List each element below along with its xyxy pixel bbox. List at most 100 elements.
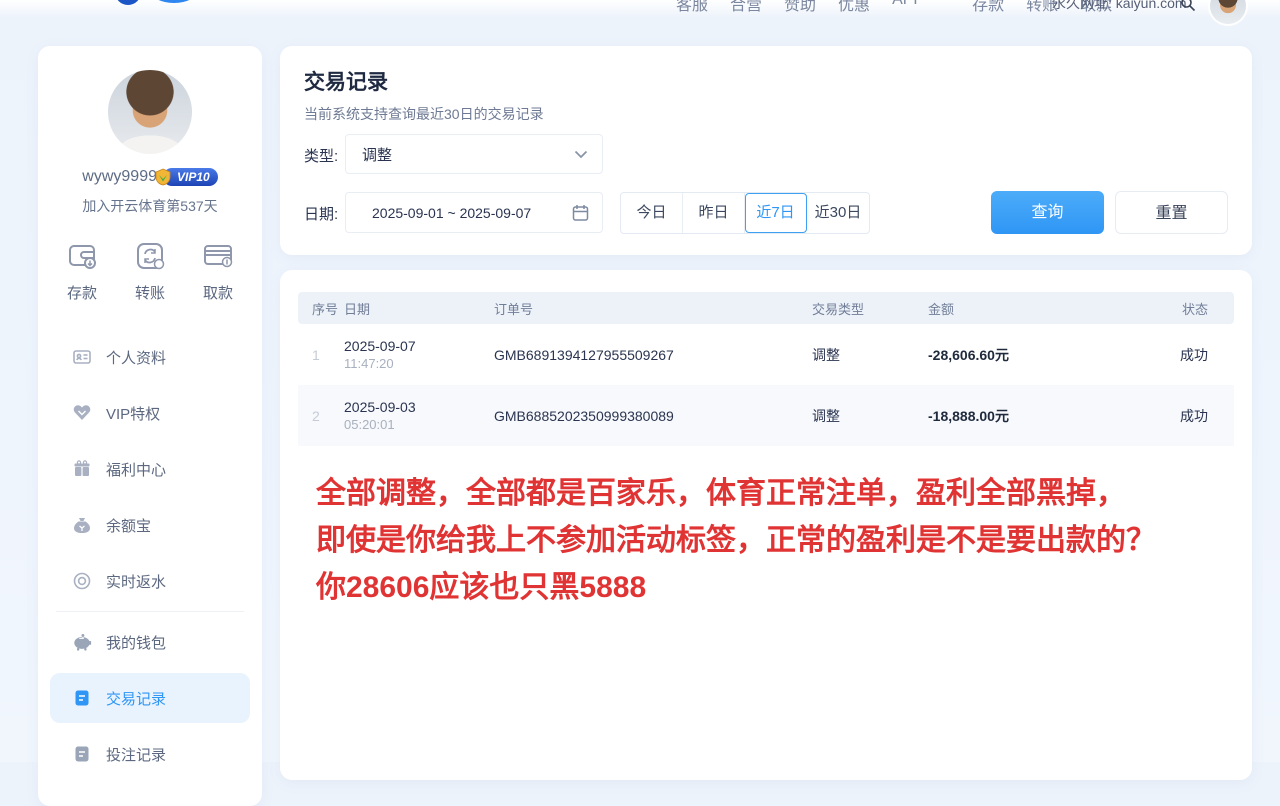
col-header-status: 状态 xyxy=(1128,299,1234,318)
vip-privilege-icon xyxy=(72,403,92,423)
piggy-bank-icon xyxy=(72,632,92,652)
sidebar-item-label: 投注记录 xyxy=(106,744,166,765)
sidebar-item-vip[interactable]: VIP特权 xyxy=(38,385,262,441)
query-button[interactable]: 查询 xyxy=(991,191,1104,234)
table-header-row: 序号 日期 订单号 交易类型 金额 状态 xyxy=(298,292,1234,324)
sidebar-item-label: VIP特权 xyxy=(106,403,160,424)
page-title: 交易记录 xyxy=(304,66,388,96)
sidebar-menu: 个人资料 VIP特权 福利中心 xyxy=(38,329,262,782)
withdraw-icon xyxy=(200,238,236,274)
reset-button[interactable]: 重置 xyxy=(1115,191,1228,234)
cell-status: 成功 xyxy=(1128,406,1234,426)
site-logo[interactable] xyxy=(112,0,212,8)
cell-type: 调整 xyxy=(812,406,928,426)
quick-action-withdraw[interactable]: 取款 xyxy=(200,238,236,303)
vip-badge-label: VIP10 xyxy=(177,170,210,184)
col-header-order: 订单号 xyxy=(494,299,812,318)
user-avatar[interactable] xyxy=(108,70,192,154)
col-header-type: 交易类型 xyxy=(812,299,928,318)
type-select[interactable]: 调整 xyxy=(345,134,603,174)
cell-time: 05:20:01 xyxy=(344,416,494,433)
sidebar-item-label: 我的钱包 xyxy=(106,632,166,653)
sidebar-item-profile[interactable]: 个人资料 xyxy=(38,329,262,385)
annotation-line: 全部调整，全部都是百家乐，体育正常注单，盈利全部黑掉， xyxy=(316,470,1156,517)
type-select-value: 调整 xyxy=(362,144,392,165)
range-yesterday-button[interactable]: 昨日 xyxy=(683,193,745,233)
sidebar-item-label: 福利中心 xyxy=(106,459,166,480)
user-avatar-small[interactable] xyxy=(1210,0,1246,24)
transactions-table: 序号 日期 订单号 交易类型 金额 状态 1 2025-09-07 11:47:… xyxy=(298,292,1234,446)
sidebar-item-label: 余额宝 xyxy=(106,515,151,536)
sidebar-item-yuebao[interactable]: 余额宝 xyxy=(38,497,262,553)
date-range-value: 2025-09-01 ~ 2025-09-07 xyxy=(372,205,531,221)
nav-deposit[interactable]: 存款 xyxy=(972,0,1004,15)
cell-amount: -18,888.00元 xyxy=(928,406,1128,426)
cell-index: 1 xyxy=(298,347,344,363)
red-annotation-text: 全部调整，全部都是百家乐，体育正常注单，盈利全部黑掉， 即使是你给我上不参加活动… xyxy=(316,470,1156,611)
table-row[interactable]: 2 2025-09-03 05:20:01 GMB688520235099938… xyxy=(298,385,1234,446)
cell-time: 11:47:20 xyxy=(344,355,494,372)
cell-index: 2 xyxy=(298,408,344,424)
chevron-down-icon xyxy=(574,150,588,159)
date-label: 日期: xyxy=(304,203,338,224)
range-last30days-button[interactable]: 近30日 xyxy=(807,193,869,233)
money-bag-icon xyxy=(72,515,92,535)
col-header-date: 日期 xyxy=(344,299,494,318)
permanent-url: 永久网址: kaiyun.com xyxy=(1052,0,1187,13)
date-range-input[interactable]: 2025-09-01 ~ 2025-09-07 xyxy=(345,192,603,233)
cell-datetime: 2025-09-07 11:47:20 xyxy=(344,337,494,372)
rebate-icon xyxy=(72,571,92,591)
col-header-index: 序号 xyxy=(298,299,344,318)
type-label: 类型: xyxy=(304,145,338,166)
quick-action-label: 存款 xyxy=(67,282,97,303)
range-today-button[interactable]: 今日 xyxy=(621,193,683,233)
table-row[interactable]: 1 2025-09-07 11:47:20 GMB689139412795550… xyxy=(298,324,1234,385)
membership-duration: 加入开云体育第537天 xyxy=(38,196,262,216)
col-header-amount: 金额 xyxy=(928,299,1128,318)
sidebar-item-label: 实时返水 xyxy=(106,571,166,592)
filter-panel: 交易记录 当前系统支持查询最近30日的交易记录 类型: 调整 日期: 2025-… xyxy=(280,46,1252,255)
cell-type: 调整 xyxy=(812,345,928,365)
quick-action-label: 取款 xyxy=(203,282,233,303)
sidebar-item-bet-records[interactable]: 投注记录 xyxy=(38,726,262,782)
sidebar-item-welfare[interactable]: 福利中心 xyxy=(38,441,262,497)
vip-badge: VIP10 xyxy=(163,168,218,186)
quick-action-label: 转账 xyxy=(135,282,165,303)
cell-status: 成功 xyxy=(1128,345,1234,365)
calendar-icon xyxy=(572,204,589,222)
quick-action-deposit[interactable]: 存款 xyxy=(64,238,100,303)
sidebar-item-rebate[interactable]: 实时返水 xyxy=(38,553,262,609)
gift-icon xyxy=(72,459,92,479)
cell-order-number: GMB6891394127955509267 xyxy=(494,347,812,363)
annotation-line: 你28606应该也只黑5888 xyxy=(316,564,1156,611)
sidebar-item-transaction-records[interactable]: 交易记录 xyxy=(50,673,250,723)
cell-order-number: GMB6885202350999380089 xyxy=(494,408,812,424)
transaction-record-icon xyxy=(72,688,92,708)
transfer-icon xyxy=(132,238,168,274)
cell-datetime: 2025-09-03 05:20:01 xyxy=(344,398,494,433)
quick-action-transfer[interactable]: 转账 xyxy=(132,238,168,303)
page-subtitle: 当前系统支持查询最近30日的交易记录 xyxy=(304,104,544,124)
nav-partnership[interactable]: 合营 xyxy=(730,0,762,15)
sidebar-item-wallet[interactable]: 我的钱包 xyxy=(38,614,262,670)
sidebar: wywy9999 VIP10 加入开云体育第537天 存款 xyxy=(38,46,262,806)
bet-record-icon xyxy=(72,744,92,764)
annotation-line: 即使是你给我上不参加活动标签，正常的盈利是不是要出款的？ xyxy=(316,517,1156,564)
id-card-icon xyxy=(72,347,92,367)
nav-customer-service[interactable]: 客服 xyxy=(676,0,708,15)
nav-app[interactable]: APP xyxy=(892,0,924,15)
nav-sponsor[interactable]: 赞助 xyxy=(784,0,816,15)
sidebar-divider xyxy=(56,611,244,612)
results-panel: 序号 日期 订单号 交易类型 金额 状态 1 2025-09-07 11:47:… xyxy=(280,270,1252,780)
username: wywy9999 xyxy=(82,168,157,186)
cell-date: 2025-09-07 xyxy=(344,337,494,355)
cell-amount: -28,606.60元 xyxy=(928,345,1128,365)
quick-actions: 存款 转账 xyxy=(38,238,262,303)
top-navigation: 客服 合营 赞助 优惠 APP 存款 转账 取款 xyxy=(676,0,1112,15)
sidebar-item-label: 个人资料 xyxy=(106,347,166,368)
search-icon[interactable] xyxy=(1180,0,1196,12)
deposit-icon xyxy=(64,238,100,274)
nav-promotions[interactable]: 优惠 xyxy=(838,0,870,15)
vip-shield-icon xyxy=(154,168,172,186)
range-last7days-button[interactable]: 近7日 xyxy=(745,193,807,233)
